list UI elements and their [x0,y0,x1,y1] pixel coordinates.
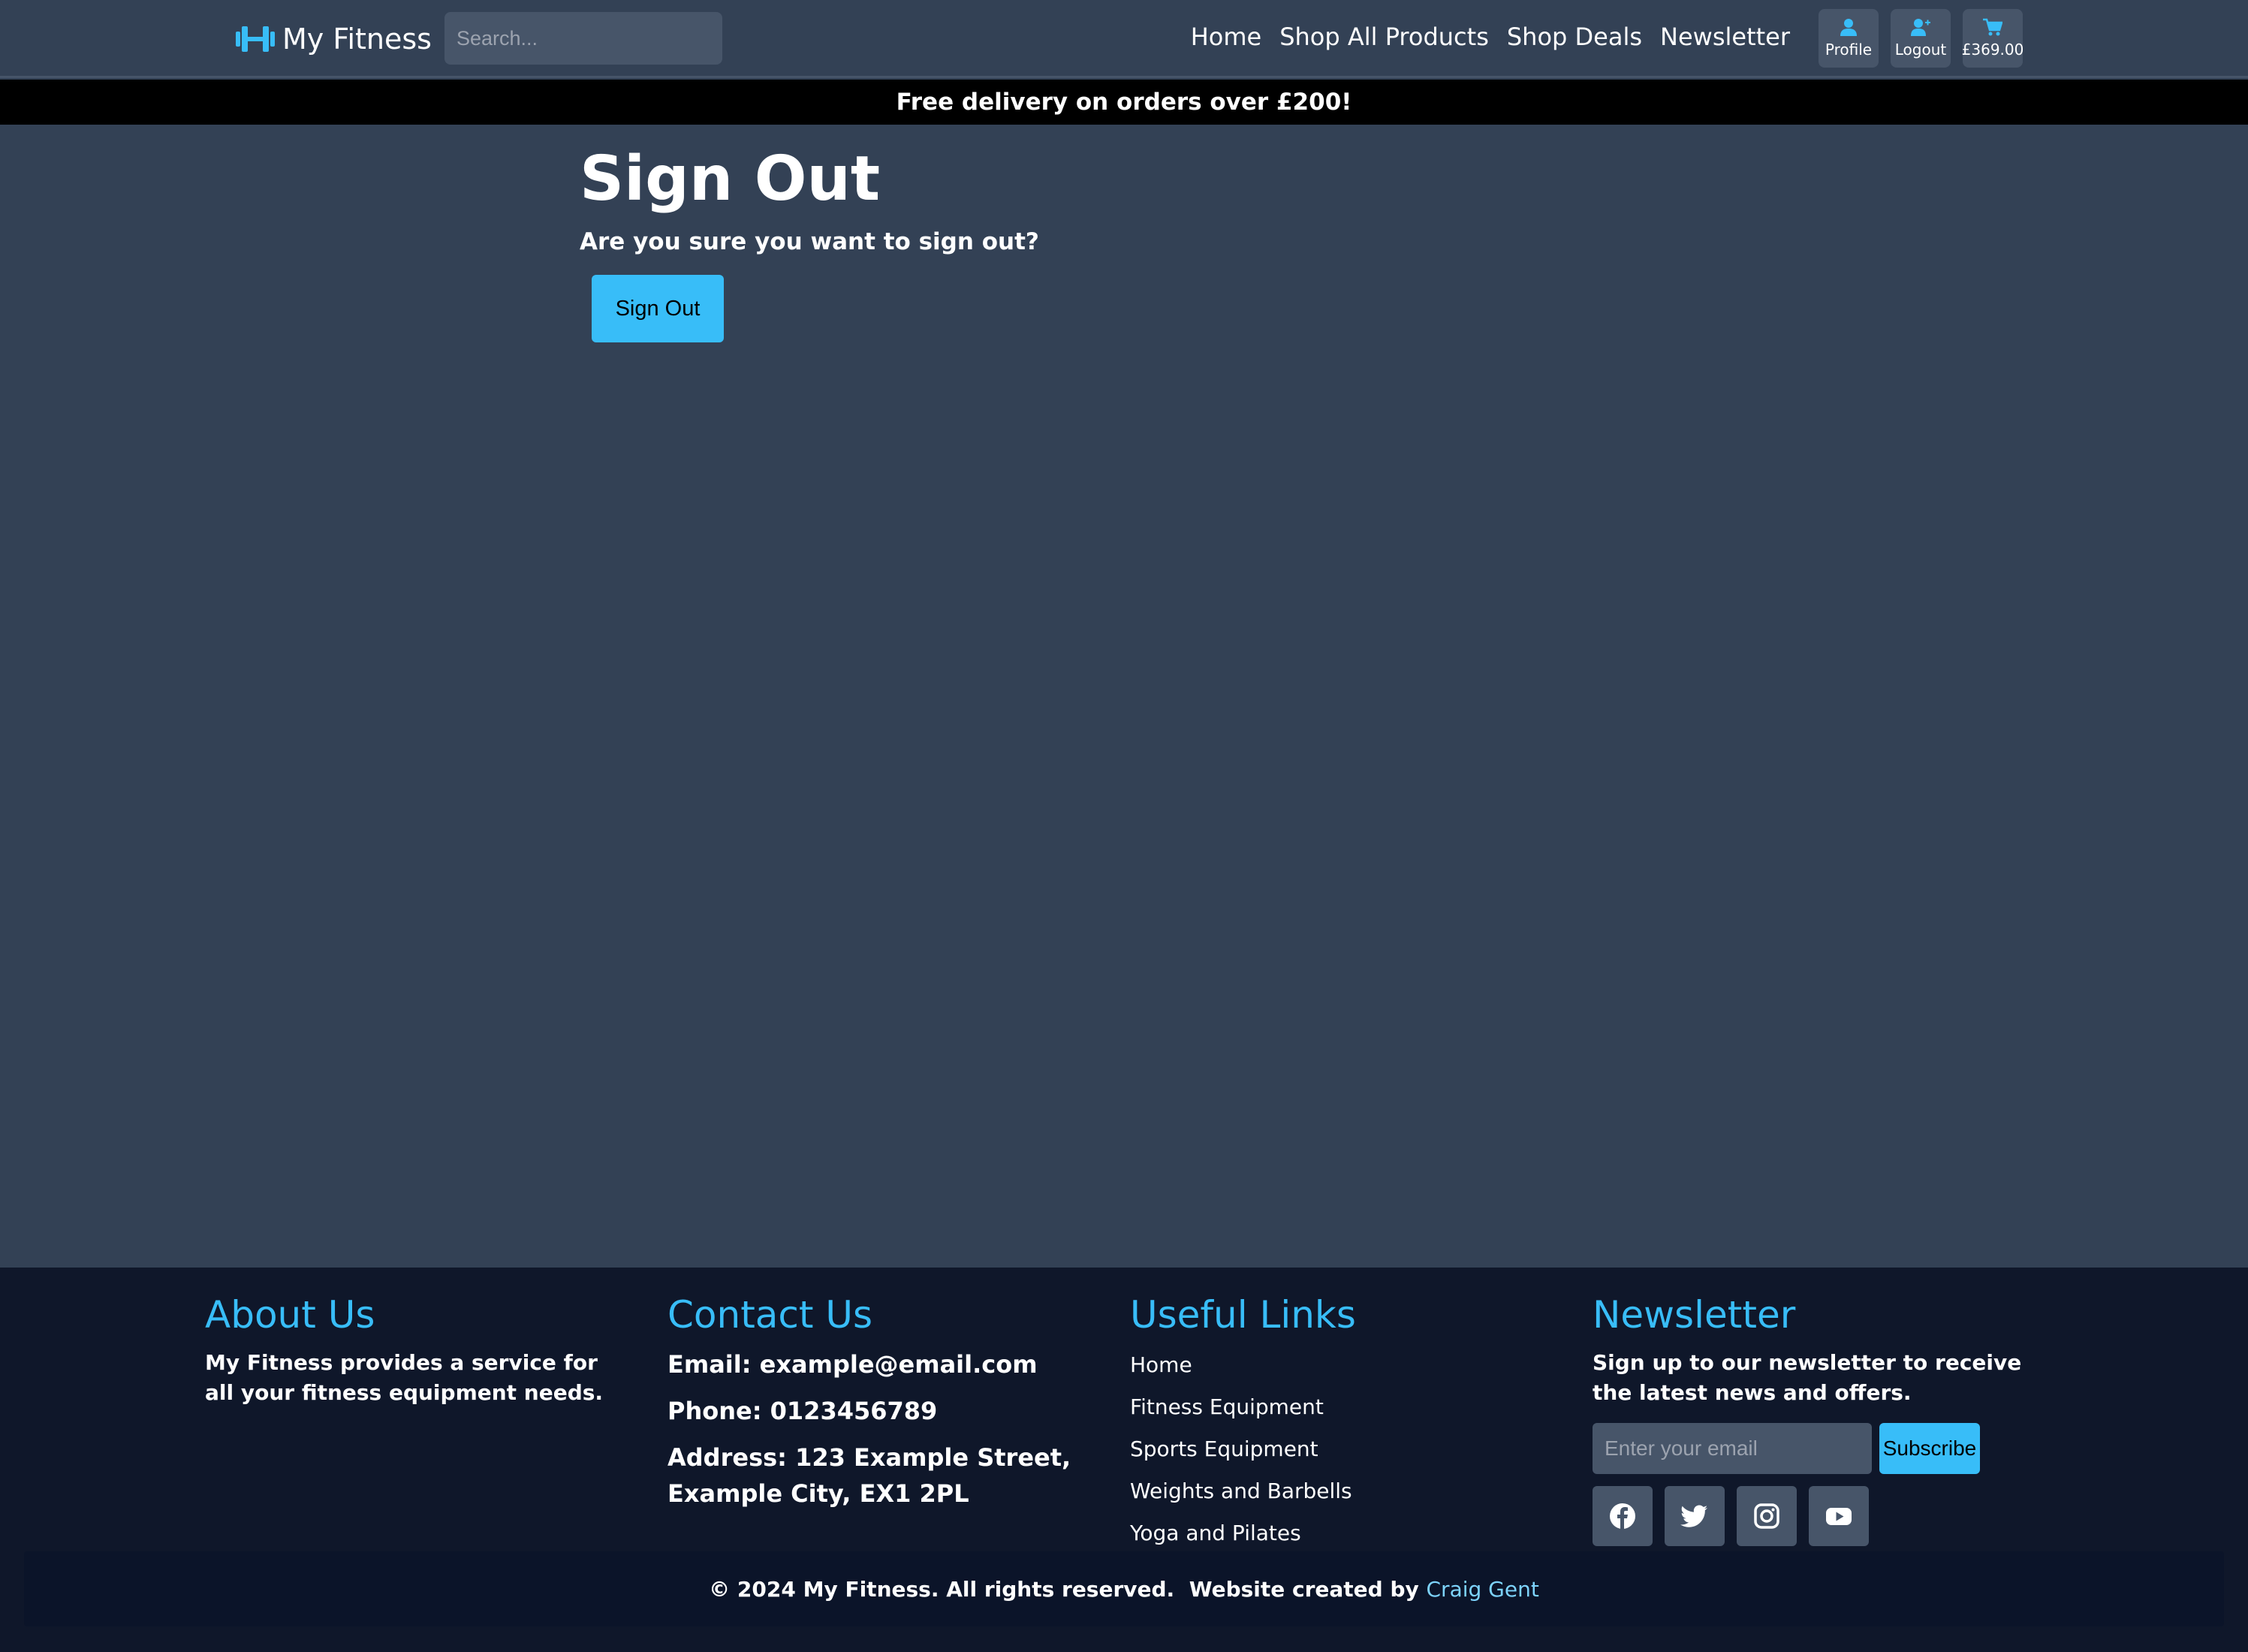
dumbbell-icon [236,26,275,52]
list-item: Sports Equipment [1130,1427,1520,1470]
user-icon [1840,19,1857,36]
page-title: Sign Out [580,143,881,215]
nav-link-shop-all-products[interactable]: Shop All Products [1279,23,1489,51]
useful-links-heading: Useful Links [1130,1293,1356,1337]
subscribe-button[interactable]: Subscribe [1879,1423,1980,1474]
cart-button[interactable]: £369.00 [1961,9,2024,68]
contact-address: Address: 123 Example Street, Example Cit… [667,1443,1071,1508]
cart-icon [1983,18,2002,36]
contact-heading: Contact Us [667,1293,873,1337]
nav-links: Home Shop All Products Shop Deals Newsle… [1191,23,1790,51]
nav-link-newsletter[interactable]: Newsletter [1660,23,1790,51]
brand-logo-link[interactable]: My Fitness [236,17,432,62]
search-input[interactable] [444,12,722,65]
useful-links-list: Home Fitness Equipment Sports Equipment … [1130,1343,1520,1554]
copyright-text: © 2024 My Fitness. All rights reserved. … [709,1576,1427,1602]
list-item: Weights and Barbells [1130,1470,1520,1512]
footer-link-yoga-and-pilates[interactable]: Yoga and Pilates [1130,1521,1301,1545]
list-item: Home [1130,1343,1520,1385]
sign-out-button[interactable]: Sign Out [592,275,724,343]
nav-link-home[interactable]: Home [1191,23,1262,51]
newsletter-text: Sign up to our newsletter to receive the… [1593,1350,2022,1405]
list-item: Yoga and Pilates [1130,1512,1520,1554]
youtube-icon [1826,1508,1852,1525]
copyright-bar: © 2024 My Fitness. All rights reserved. … [24,1551,2224,1626]
footer-link-fitness-equipment[interactable]: Fitness Equipment [1130,1394,1324,1419]
social-links [1593,1486,2043,1546]
promo-banner: Free delivery on orders over £200! [0,80,2248,125]
youtube-link[interactable] [1809,1486,1869,1546]
facebook-link[interactable] [1593,1486,1653,1546]
cart-total: £369.00 [1961,41,2024,59]
footer-link-weights-and-barbells[interactable]: Weights and Barbells [1130,1479,1352,1503]
user-plus-icon [1911,19,1930,36]
newsletter-form: Subscribe [1593,1423,2043,1474]
footer-about: About Us My Fitness provides a service f… [205,1295,610,1408]
main-content: Sign Out Are you sure you want to sign o… [580,143,1039,343]
newsletter-heading: Newsletter [1593,1293,1796,1337]
about-text: My Fitness provides a service for all yo… [205,1350,604,1405]
footer-link-home[interactable]: Home [1130,1352,1192,1377]
facebook-icon [1610,1503,1635,1529]
profile-label: Profile [1825,41,1873,59]
instagram-icon [1754,1503,1779,1529]
brand-name: My Fitness [282,23,432,56]
twitter-link[interactable] [1665,1486,1725,1546]
about-heading: About Us [205,1293,375,1337]
nav-icon-buttons: Profile Logout £369.00 [1819,9,2024,68]
footer-useful-links: Useful Links Home Fitness Equipment Spor… [1130,1295,1520,1554]
contact-phone: Phone: 0123456789 [667,1397,938,1425]
nav-link-shop-deals[interactable]: Shop Deals [1507,23,1642,51]
twitter-icon [1680,1505,1707,1527]
list-item: Fitness Equipment [1130,1385,1520,1427]
newsletter-email-input[interactable] [1593,1423,1872,1474]
footer-link-sports-equipment[interactable]: Sports Equipment [1130,1436,1318,1461]
footer-newsletter: Newsletter Sign up to our newsletter to … [1593,1295,2043,1546]
contact-email: Email: example@email.com [667,1350,1038,1379]
logout-label: Logout [1894,41,1947,59]
signout-question: Are you sure you want to sign out? [580,228,1039,256]
instagram-link[interactable] [1737,1486,1797,1546]
profile-button[interactable]: Profile [1819,9,1879,68]
footer-contact: Contact Us Email: example@email.com Phon… [667,1295,1103,1512]
logout-button[interactable]: Logout [1891,9,1951,68]
author-credit-link[interactable]: Craig Gent [1427,1577,1539,1602]
navbar: My Fitness Home Shop All Products Shop D… [0,0,2248,78]
